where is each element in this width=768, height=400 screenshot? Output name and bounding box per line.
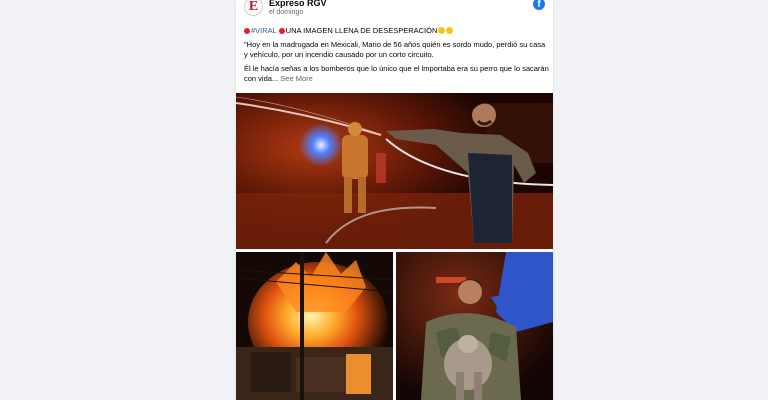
crying-face-emoji-icon bbox=[438, 27, 446, 34]
post-timestamp[interactable]: el domingo bbox=[269, 9, 303, 16]
post-headline: UNA IMAGEN LLENA DE DESESPERACIÓN bbox=[285, 26, 438, 35]
hashtag-link[interactable]: #VIRAL bbox=[251, 26, 277, 35]
red-circle-emoji-icon bbox=[278, 27, 285, 34]
crying-face-emoji-icon bbox=[446, 27, 454, 34]
post-text: #VIRAL UNA IMAGEN LLENA DE DESESPERACIÓN… bbox=[244, 26, 549, 88]
page-name-link[interactable]: Expreso RGV bbox=[269, 0, 327, 8]
post-photo-fire[interactable] bbox=[236, 252, 393, 400]
post-headline-line: #VIRAL UNA IMAGEN LLENA DE DESESPERACIÓN bbox=[244, 26, 549, 37]
facebook-icon[interactable]: f bbox=[533, 0, 545, 10]
post-photo-main[interactable] bbox=[236, 93, 553, 249]
post-paragraph-2: Él le hacía señas a los bomberos que lo … bbox=[244, 64, 549, 85]
facebook-post-card: E Expreso RGV el domingo f #VIRAL UNA IM… bbox=[236, 0, 553, 400]
post-header: E Expreso RGV el domingo f bbox=[236, 0, 553, 22]
avatar-letter: E bbox=[248, 0, 259, 14]
post-photo-dog[interactable] bbox=[396, 252, 553, 400]
see-more-link[interactable]: See More bbox=[280, 74, 313, 83]
post-paragraph: "Hoy en la madrugada en Mexicali, Mario … bbox=[244, 39, 546, 60]
page-avatar[interactable]: E bbox=[244, 0, 263, 16]
red-circle-emoji-icon bbox=[244, 27, 250, 34]
